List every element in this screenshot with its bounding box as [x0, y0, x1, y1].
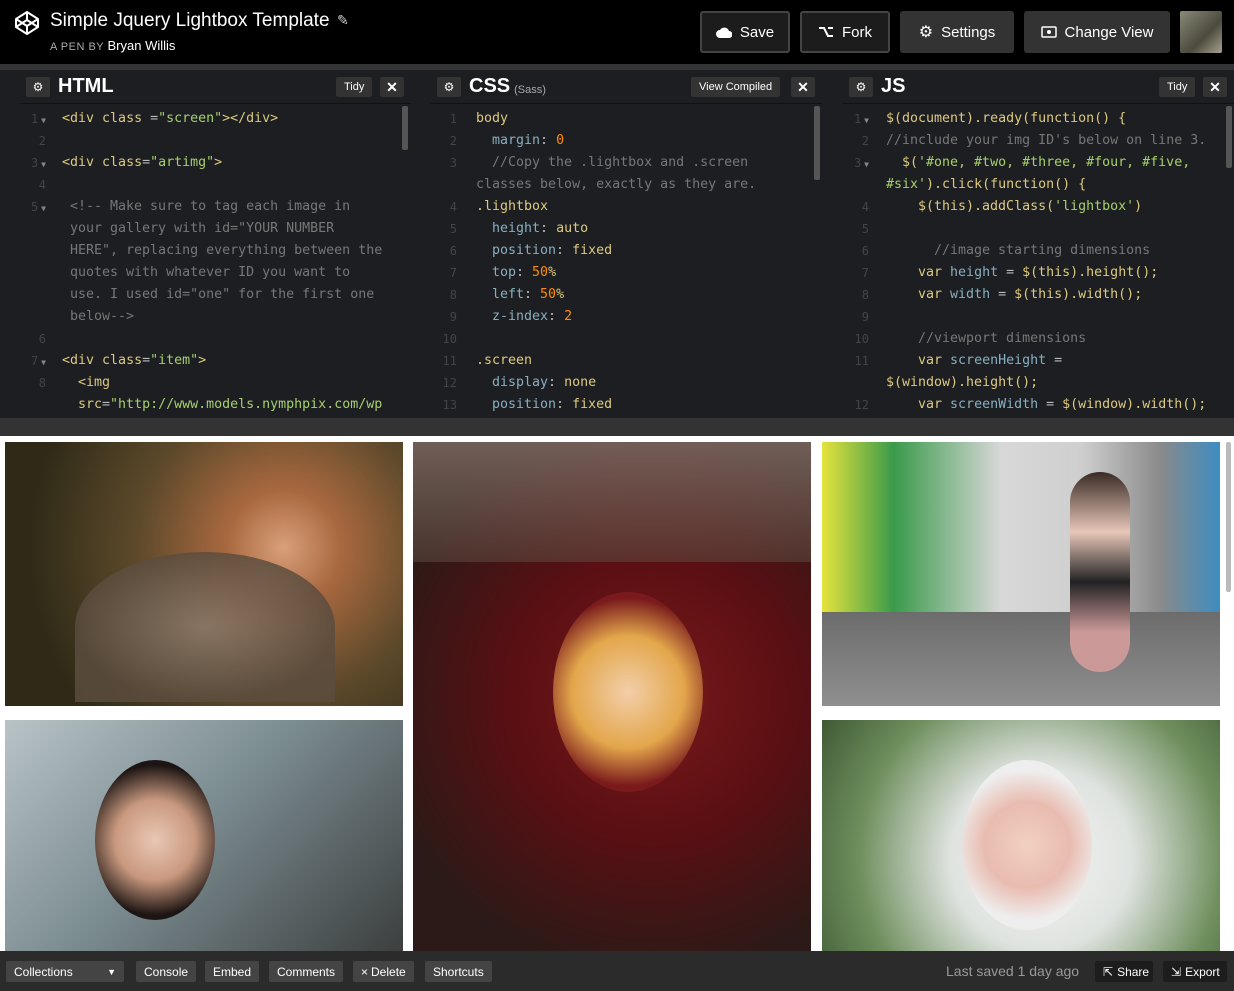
export-icon: ⇲: [1171, 964, 1182, 979]
cloud-icon: [715, 27, 732, 38]
export-button[interactable]: ⇲ Export: [1163, 961, 1227, 982]
pencil-icon[interactable]: ✎: [337, 12, 349, 29]
css-editor-header: ⚙ CSS (Sass) View Compiled ✕: [431, 70, 822, 104]
top-bar: Simple Jquery Lightbox Template ✎ A PEN …: [0, 0, 1234, 64]
embed-button[interactable]: Embed: [205, 961, 260, 982]
preview-scrollbar[interactable]: [1226, 442, 1231, 592]
save-button[interactable]: Save: [700, 11, 790, 53]
author-link[interactable]: Bryan Willis: [108, 38, 176, 53]
shortcuts-button[interactable]: Shortcuts: [425, 961, 492, 982]
settings-label: Settings: [941, 23, 996, 41]
js-editor[interactable]: ⚙ JS Tidy ✕ 1 ▼ $(document).ready(function…: [843, 70, 1234, 418]
html-editor-title: HTML: [58, 75, 114, 97]
js-editor-title: JS: [881, 75, 906, 97]
gallery-image-four[interactable]: [5, 720, 403, 951]
byline-prefix: A PEN BY: [50, 41, 104, 53]
html-editor-header: ⚙ HTML Tidy ✕: [20, 70, 411, 104]
delete-label: Delete: [371, 964, 406, 979]
last-saved-status: Last saved 1 day ago: [946, 963, 1080, 979]
css-preprocessor-label: (Sass): [514, 83, 546, 96]
html-scrollbar[interactable]: [402, 106, 408, 150]
save-label: Save: [739, 23, 775, 41]
fork-button[interactable]: Fork: [800, 11, 890, 53]
export-label: Export: [1185, 964, 1220, 979]
tidy-button[interactable]: Tidy: [336, 77, 373, 97]
css-editor[interactable]: ⚙ CSS (Sass) View Compiled ✕ 1 body 2 marg…: [431, 70, 822, 418]
gear-icon: ⚙: [918, 24, 934, 41]
close-icon[interactable]: ✕: [380, 77, 404, 97]
gear-icon[interactable]: ⚙: [437, 76, 461, 97]
gallery-image-five[interactable]: [822, 720, 1220, 951]
byline: A PEN BY Bryan Willis: [50, 38, 175, 53]
close-icon[interactable]: ✕: [791, 77, 815, 97]
tidy-button[interactable]: Tidy: [1159, 77, 1196, 97]
bottom-bar: Collections ▼ Console Embed Comments × D…: [0, 951, 1234, 991]
collections-dropdown[interactable]: Collections ▼: [6, 961, 124, 982]
html-editor[interactable]: ⚙ HTML Tidy ✕ 1 ▼ <div class ="screen"></d…: [20, 70, 411, 418]
js-editor-header: ⚙ JS Tidy ✕: [843, 70, 1234, 104]
chevron-down-icon: ▼: [107, 966, 116, 977]
change-view-button[interactable]: Change View: [1024, 11, 1170, 53]
css-code[interactable]: 1 body 2 margin: 0 3//Copy the .lightbox a…: [431, 104, 822, 412]
gallery-image-two[interactable]: [413, 442, 811, 951]
collections-label: Collections: [14, 964, 73, 979]
close-icon[interactable]: ✕: [1203, 77, 1227, 97]
gear-icon[interactable]: ⚙: [849, 76, 873, 97]
delete-button[interactable]: × Delete: [353, 961, 414, 982]
preview-frame[interactable]: [0, 436, 1234, 951]
settings-button[interactable]: ⚙ Settings: [900, 11, 1014, 53]
html-code[interactable]: 1 ▼ <div class ="screen"></div> 2 3 ▼ <div c…: [20, 104, 411, 412]
pen-title[interactable]: Simple Jquery Lightbox Template: [50, 10, 330, 32]
js-code[interactable]: 1 ▼ $(document).ready(function() { 2//incl…: [843, 104, 1234, 412]
fork-label: Fork: [842, 23, 872, 41]
console-button[interactable]: Console: [136, 961, 197, 982]
js-scrollbar[interactable]: [1226, 106, 1232, 168]
view-compiled-button[interactable]: View Compiled: [691, 77, 781, 97]
share-icon: ⇱: [1103, 964, 1114, 979]
fork-icon: [819, 27, 833, 37]
comments-button[interactable]: Comments: [269, 961, 344, 982]
close-icon: ×: [361, 964, 369, 979]
css-editor-title: CSS: [469, 75, 511, 97]
gear-icon[interactable]: ⚙: [26, 76, 50, 97]
codepen-logo-icon[interactable]: [14, 10, 40, 36]
gallery-image-three[interactable]: [822, 442, 1220, 706]
change-view-label: Change View: [1064, 23, 1154, 41]
css-scrollbar[interactable]: [814, 106, 820, 180]
share-label: Share: [1117, 964, 1150, 979]
share-button[interactable]: ⇱ Share: [1095, 961, 1153, 982]
avatar[interactable]: [1180, 11, 1222, 53]
gallery-image-one[interactable]: [5, 442, 403, 706]
preview-resize-bar[interactable]: [0, 418, 1234, 436]
eye-icon: [1040, 26, 1057, 38]
